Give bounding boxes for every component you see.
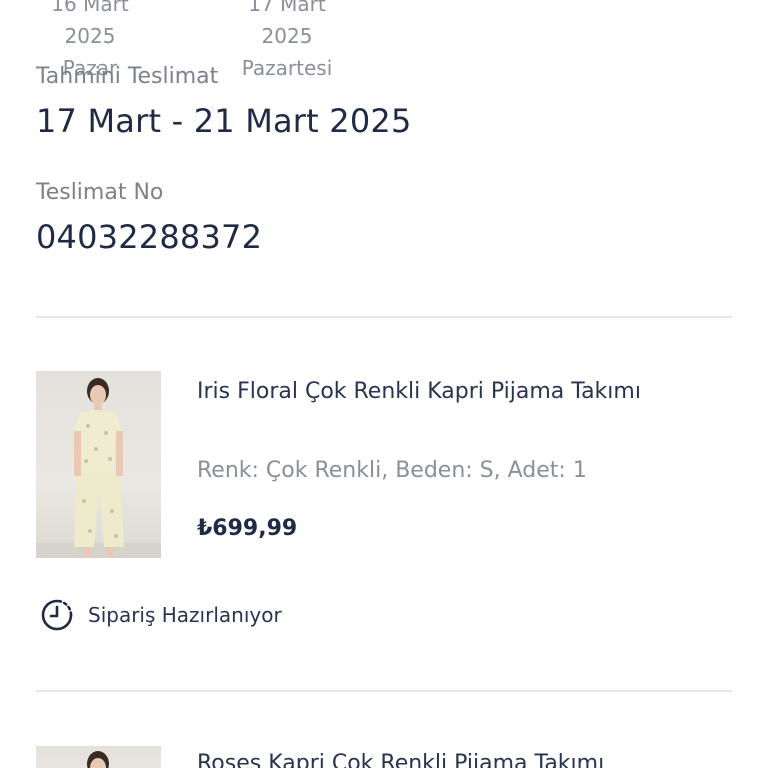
date-weekday: Pazartesi: [241, 56, 333, 80]
product-price: ₺699,99: [197, 516, 298, 541]
product-image[interactable]: [36, 371, 161, 558]
date-label: 16 Mart: [51, 0, 129, 16]
product-title[interactable]: Iris Floral Çok Renkli Kapri Pijama Takı…: [197, 372, 667, 411]
date-label: 17 Mart: [248, 0, 326, 16]
clock-progress-icon: [41, 599, 73, 631]
delivery-date-option-2[interactable]: 17 Mart 2025 Pazartesi: [222, 0, 352, 84]
estimated-delivery-label: Tahmini Teslimat: [36, 64, 219, 89]
divider: [36, 316, 732, 318]
order-detail-page: 16 Mart 2025 Pazar 17 Mart 2025 Pazartes…: [0, 0, 768, 768]
delivery-number-value: 04032288372: [36, 218, 263, 256]
order-status-text: Sipariş Hazırlanıyor: [88, 603, 282, 627]
product-image[interactable]: [36, 746, 161, 768]
order-status: Sipariş Hazırlanıyor: [40, 598, 282, 632]
date-year: 2025: [261, 24, 313, 48]
date-year: 2025: [64, 24, 116, 48]
product-attributes: Renk: Çok Renkli, Beden: S, Adet: 1: [197, 458, 587, 483]
estimated-delivery-value: 17 Mart - 21 Mart 2025: [36, 102, 412, 140]
divider: [36, 690, 732, 692]
delivery-number-label: Teslimat No: [36, 180, 164, 205]
product-title[interactable]: Roses Kapri Çok Renkli Pijama Takımı: [197, 744, 667, 768]
